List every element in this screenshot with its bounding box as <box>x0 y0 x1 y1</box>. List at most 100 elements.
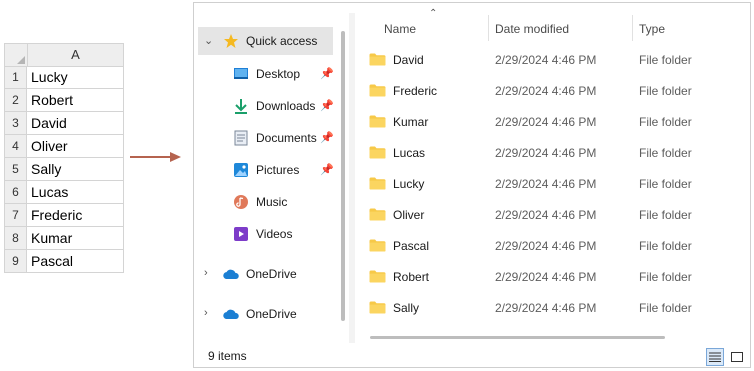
documents-icon <box>232 129 250 147</box>
row-number[interactable]: 4 <box>4 135 26 158</box>
column-header-a[interactable]: A <box>27 43 124 67</box>
spreadsheet: A 1 Lucky 2 Robert 3 David 4 Oliver 5 Sally 6… <box>4 43 124 273</box>
pin-icon[interactable]: 📌 <box>320 67 334 80</box>
sheet-cell[interactable]: Sally <box>26 158 124 181</box>
file-date-modified: 2/29/2024 4:46 PM <box>495 208 597 222</box>
row-number[interactable]: 7 <box>4 204 26 227</box>
nav-item-desktop[interactable]: Desktop <box>232 60 300 88</box>
nav-label: Pictures <box>256 163 300 177</box>
file-row[interactable]: Kumar 2/29/2024 4:46 PM File folder <box>369 109 749 135</box>
nav-item-pictures[interactable]: Pictures <box>232 156 299 184</box>
row-number[interactable]: 6 <box>4 181 26 204</box>
file-type: File folder <box>639 115 692 129</box>
file-date-modified: 2/29/2024 4:46 PM <box>495 270 597 284</box>
music-icon <box>232 193 250 211</box>
file-row[interactable]: Sally 2/29/2024 4:46 PM File folder <box>369 295 749 321</box>
horizontal-scrollbar[interactable] <box>370 336 665 339</box>
navigation-pane: ⌄ Quick access Desktop 📌 Downloads 📌 Doc… <box>194 3 334 341</box>
folder-icon <box>369 84 386 97</box>
file-date-modified: 2/29/2024 4:46 PM <box>495 84 597 98</box>
star-icon <box>222 32 240 50</box>
file-row[interactable]: Frederic 2/29/2024 4:46 PM File folder <box>369 78 749 104</box>
nav-item-quick-access[interactable]: Quick access <box>222 27 317 55</box>
pin-icon[interactable]: 📌 <box>320 131 334 144</box>
file-type: File folder <box>639 208 692 222</box>
file-name: Frederic <box>393 84 438 98</box>
nav-label: OneDrive <box>246 267 297 281</box>
file-type: File folder <box>639 146 692 160</box>
chevron-right-icon[interactable]: › <box>204 267 208 279</box>
file-name: Lucky <box>393 177 425 191</box>
file-row[interactable]: Pascal 2/29/2024 4:46 PM File folder <box>369 233 749 259</box>
file-name: Pascal <box>393 239 430 253</box>
nav-item-music[interactable]: Music <box>232 188 287 216</box>
file-name: Lucas <box>393 146 426 160</box>
file-row[interactable]: Oliver 2/29/2024 4:46 PM File folder <box>369 202 749 228</box>
file-date-modified: 2/29/2024 4:46 PM <box>495 301 597 315</box>
file-name: Sally <box>393 301 420 315</box>
folder-icon <box>369 301 386 314</box>
column-divider[interactable] <box>632 15 633 41</box>
sheet-cell[interactable]: Frederic <box>26 204 124 227</box>
pin-icon[interactable]: 📌 <box>320 163 334 176</box>
row-number[interactable]: 8 <box>4 227 26 250</box>
nav-label: Downloads <box>256 99 316 113</box>
file-type: File folder <box>639 84 692 98</box>
column-header-type[interactable]: Type <box>639 15 665 43</box>
row-number[interactable]: 2 <box>4 89 26 112</box>
nav-item-onedrive[interactable]: OneDrive <box>222 300 297 328</box>
file-type: File folder <box>639 270 692 284</box>
sheet-cell[interactable]: Oliver <box>26 135 124 158</box>
sheet-cell[interactable]: Lucas <box>26 181 124 204</box>
nav-item-videos[interactable]: Videos <box>232 220 292 248</box>
file-type: File folder <box>639 53 692 67</box>
details-view-button[interactable] <box>706 348 724 366</box>
folder-icon <box>369 239 386 252</box>
chevron-down-icon[interactable]: ⌄ <box>204 34 213 47</box>
file-row[interactable]: Lucas 2/29/2024 4:46 PM File folder <box>369 140 749 166</box>
nav-item-documents[interactable]: Documents <box>232 124 317 152</box>
file-row[interactable]: Lucky 2/29/2024 4:46 PM File folder <box>369 171 749 197</box>
chevron-right-icon[interactable]: › <box>204 307 208 319</box>
file-date-modified: 2/29/2024 4:46 PM <box>495 239 597 253</box>
nav-label: OneDrive <box>246 307 297 321</box>
nav-item-onedrive[interactable]: OneDrive <box>222 260 297 288</box>
file-name: David <box>393 53 424 67</box>
row-number[interactable]: 5 <box>4 158 26 181</box>
column-header-name[interactable]: Name <box>384 15 416 43</box>
nav-item-downloads[interactable]: Downloads <box>232 92 315 120</box>
videos-icon <box>232 225 250 243</box>
onedrive-icon <box>222 265 240 283</box>
sheet-cell[interactable]: Kumar <box>26 227 124 250</box>
row-number[interactable]: 1 <box>4 66 26 89</box>
file-row[interactable]: David 2/29/2024 4:46 PM File folder <box>369 47 749 73</box>
file-row[interactable]: Robert 2/29/2024 4:46 PM File folder <box>369 264 749 290</box>
details-view-icon <box>709 352 721 362</box>
file-name: Kumar <box>393 115 429 129</box>
folder-icon <box>369 177 386 190</box>
file-date-modified: 2/29/2024 4:46 PM <box>495 177 597 191</box>
row-number[interactable]: 9 <box>4 250 26 273</box>
folder-icon <box>369 208 386 221</box>
file-type: File folder <box>639 177 692 191</box>
nav-scrollbar[interactable] <box>341 31 345 321</box>
file-date-modified: 2/29/2024 4:46 PM <box>495 146 597 160</box>
folder-icon <box>369 53 386 66</box>
file-name: Robert <box>393 270 430 284</box>
sheet-cell[interactable]: Robert <box>26 89 124 112</box>
sheet-cell[interactable]: Pascal <box>26 250 124 273</box>
file-date-modified: 2/29/2024 4:46 PM <box>495 53 597 67</box>
row-number[interactable]: 3 <box>4 112 26 135</box>
column-divider[interactable] <box>488 15 489 41</box>
nav-label: Videos <box>256 227 293 241</box>
large-icons-view-button[interactable] <box>728 348 746 366</box>
sheet-cell[interactable]: Lucky <box>26 66 124 89</box>
column-header-date-modified[interactable]: Date modified <box>495 15 569 43</box>
pin-icon[interactable]: 📌 <box>320 99 334 112</box>
desktop-icon <box>232 65 250 83</box>
file-type: File folder <box>639 301 692 315</box>
nav-label: Desktop <box>256 67 301 81</box>
folder-icon <box>369 270 386 283</box>
sheet-cell[interactable]: David <box>26 112 124 135</box>
select-all-corner[interactable] <box>4 43 27 67</box>
